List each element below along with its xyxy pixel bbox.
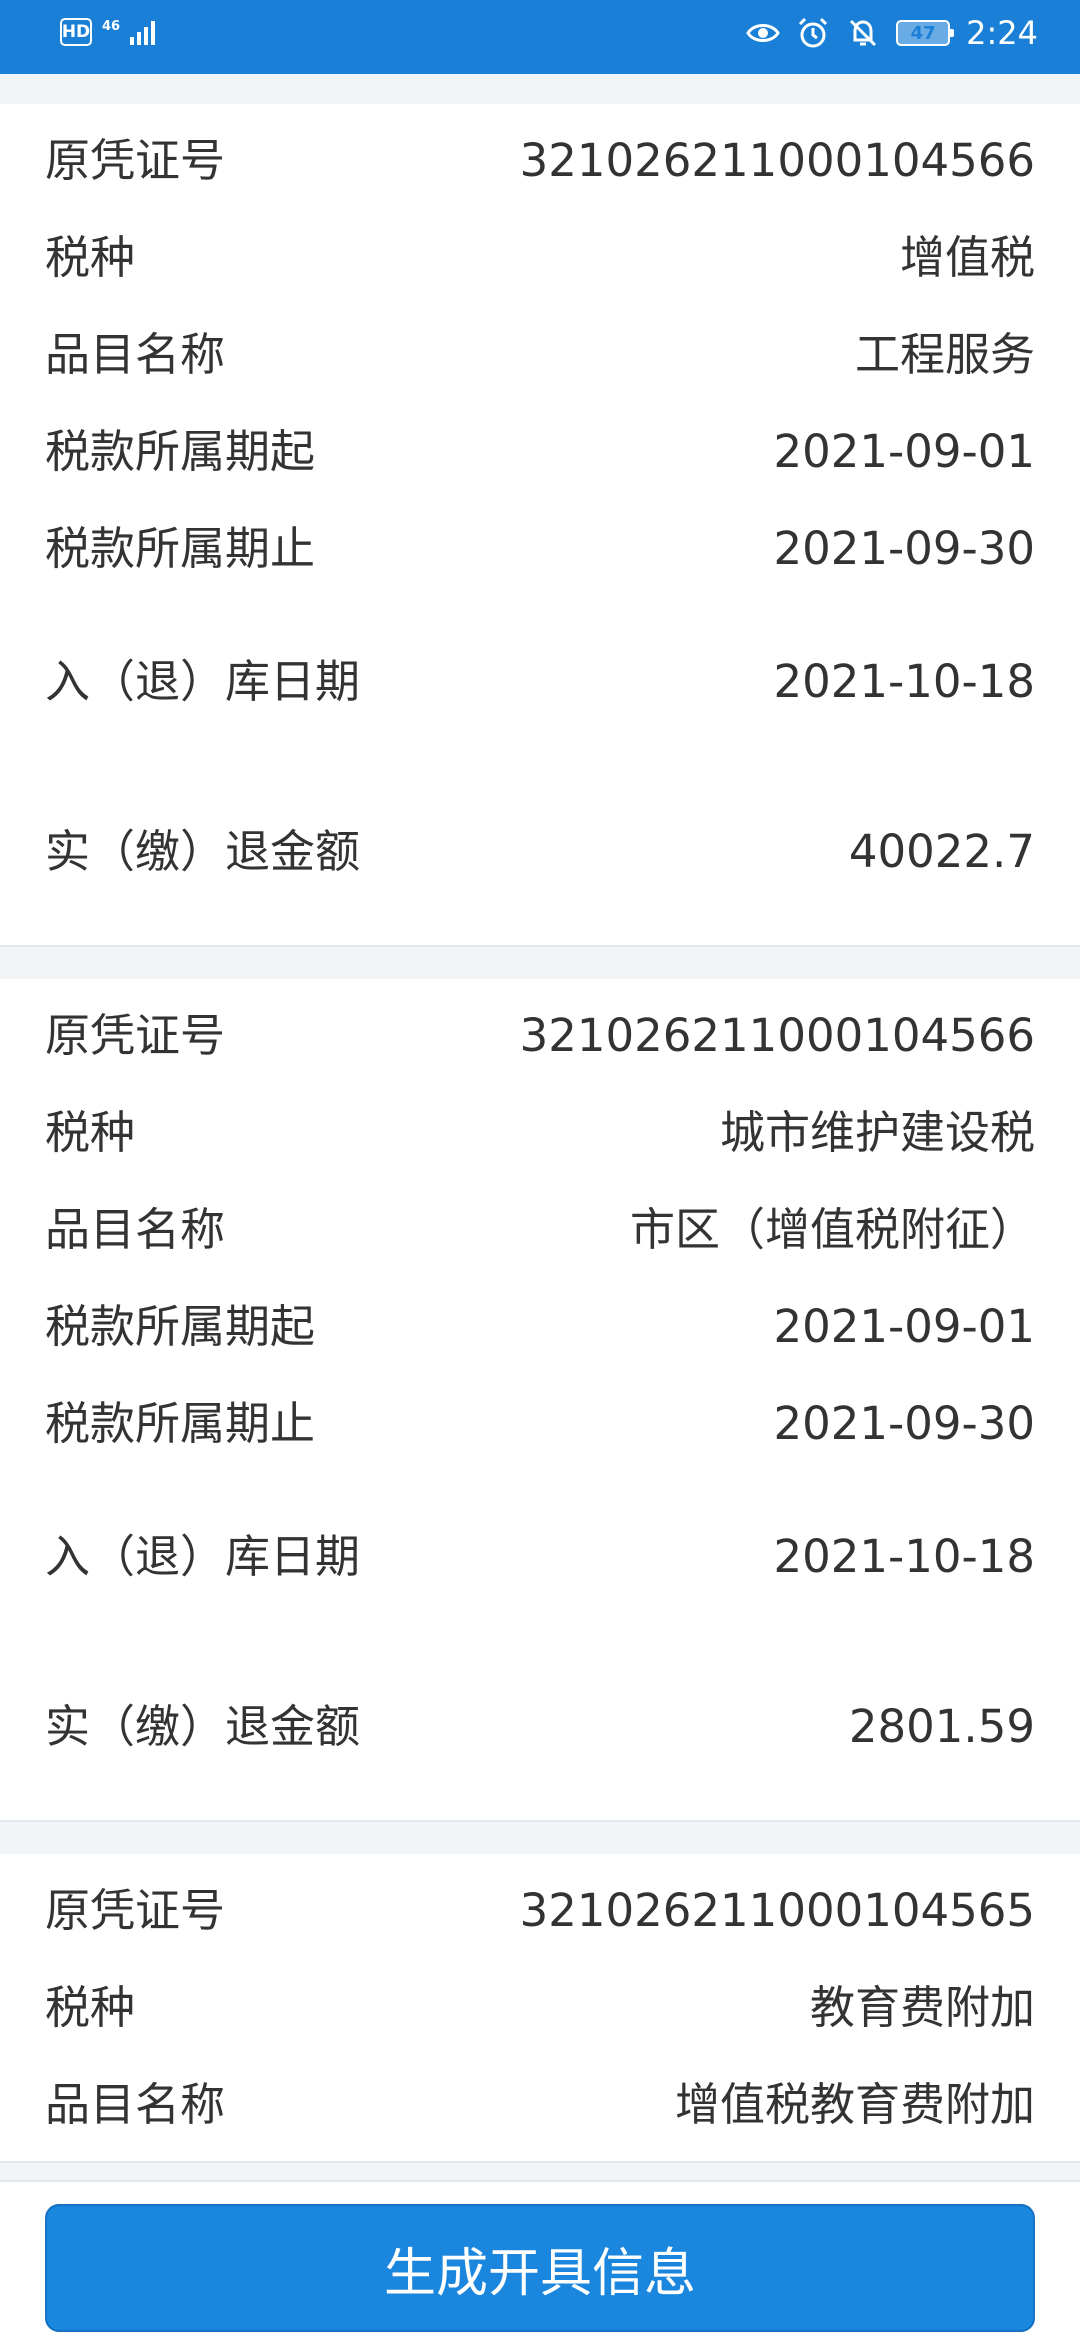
tax-record-card: 原凭证号 321026211000104566 税种 城市维护建设税 品目名称 … (0, 979, 1080, 1822)
field-value: 40022.7 (848, 825, 1035, 878)
field-value: 城市维护建设税 (719, 1105, 1035, 1159)
generate-info-button[interactable]: 生成开具信息 (45, 2204, 1035, 2332)
tax-record-card: 原凭证号 321026211000104565 税种 教育费附加 品目名称 增值… (0, 1854, 1080, 2163)
footer-bar: 生成开具信息 (0, 2180, 1080, 2342)
record-row: 税种 城市维护建设税 (0, 1084, 1080, 1181)
signal-icon (130, 19, 156, 45)
field-value: 2021-10-18 (773, 1530, 1035, 1583)
network-type: 46 (102, 18, 121, 34)
record-row: 品目名称 市区（增值税附征） (0, 1181, 1080, 1278)
field-label: 实（缴）退金额 (45, 1700, 361, 1753)
field-value: 321026211000104566 (519, 1008, 1035, 1062)
field-label: 税款所属期起 (45, 1299, 316, 1353)
record-row: 原凭证号 321026211000104566 (0, 112, 1080, 209)
field-value: 2021-09-01 (773, 424, 1035, 478)
record-row: 原凭证号 321026211000104566 (0, 987, 1080, 1084)
record-row: 入（退）库日期 2021-10-18 (0, 597, 1080, 767)
field-value: 2021-09-30 (773, 1396, 1035, 1450)
field-label: 入（退）库日期 (45, 655, 361, 708)
record-row: 税款所属期止 2021-09-30 (0, 1375, 1080, 1472)
field-value: 2021-09-30 (773, 521, 1035, 575)
field-label: 税款所属期止 (45, 521, 316, 575)
battery-icon: 47 (896, 20, 955, 46)
alarm-icon (799, 17, 828, 48)
field-value: 工程服务 (854, 327, 1035, 381)
field-label: 品目名称 (45, 1202, 226, 1256)
record-row: 税款所属期起 2021-09-01 (0, 1278, 1080, 1375)
record-row: 入（退）库日期 2021-10-18 (0, 1472, 1080, 1642)
field-value: 2801.59 (848, 1700, 1035, 1753)
mute-bell-icon (850, 19, 877, 47)
field-label: 原凭证号 (45, 1008, 226, 1062)
field-value: 321026211000104566 (519, 133, 1035, 187)
hd-icon: HD (60, 18, 92, 46)
field-value: 321026211000104565 (519, 1883, 1035, 1937)
field-label: 税种 (45, 230, 136, 284)
field-value: 2021-09-01 (773, 1299, 1035, 1353)
field-label: 品目名称 (45, 2077, 226, 2131)
tax-record-card: 原凭证号 321026211000104566 税种 增值税 品目名称 工程服务… (0, 104, 1080, 947)
field-label: 税款所属期止 (45, 1396, 316, 1450)
field-label: 税种 (45, 1105, 136, 1159)
field-value: 教育费附加 (809, 1980, 1035, 2034)
field-label: 品目名称 (45, 327, 226, 381)
record-row: 品目名称 增值税教育费附加 (0, 2056, 1080, 2153)
field-label: 原凭证号 (45, 133, 226, 187)
status-bar: HD 46 47 2:24 (0, 0, 1080, 74)
record-row: 税款所属期起 2021-09-01 (0, 403, 1080, 500)
record-row: 品目名称 工程服务 (0, 306, 1080, 403)
record-row: 税种 增值税 (0, 209, 1080, 306)
record-row: 实（缴）退金额 40022.7 (0, 767, 1080, 937)
field-value: 市区（增值税附征） (629, 1202, 1035, 1256)
field-label: 原凭证号 (45, 1883, 226, 1937)
field-label: 实（缴）退金额 (45, 825, 361, 878)
eye-icon (746, 24, 780, 42)
field-label: 税款所属期起 (45, 424, 316, 478)
field-label: 税种 (45, 1980, 136, 2034)
records-list[interactable]: 原凭证号 321026211000104566 税种 增值税 品目名称 工程服务… (0, 74, 1080, 2180)
record-row: 税款所属期止 2021-09-30 (0, 500, 1080, 597)
field-value: 增值税 (899, 230, 1035, 284)
record-row: 税种 教育费附加 (0, 1959, 1080, 2056)
record-row: 实（缴）退金额 2801.59 (0, 1642, 1080, 1812)
status-time: 2:24 (966, 14, 1038, 52)
field-label: 入（退）库日期 (45, 1530, 361, 1583)
record-row: 原凭证号 321026211000104565 (0, 1862, 1080, 1959)
field-value: 增值税教育费附加 (674, 2077, 1035, 2131)
field-value: 2021-10-18 (773, 655, 1035, 708)
